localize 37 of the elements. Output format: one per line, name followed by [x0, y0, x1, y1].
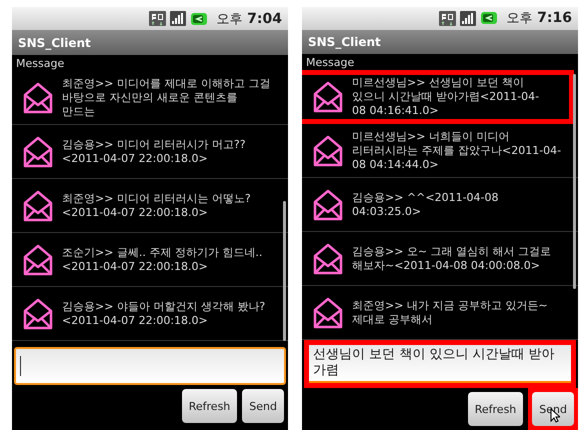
action-button[interactable]: Refresh	[182, 389, 238, 423]
envelope-icon	[22, 242, 54, 276]
message-text: 김승용>> 미디어 리터러시가 머고??<2011-04-07 22:00:18.0>	[62, 138, 247, 166]
list-label: Message	[305, 55, 354, 70]
message-text: 조순기>> 글쎄.. 주제 정하기가 힘드네.. <2011-04-07 22:00:18.0>	[62, 246, 264, 274]
envelope-icon	[22, 296, 54, 330]
message-input-field[interactable]	[14, 347, 286, 385]
envelope-icon	[312, 242, 344, 276]
app-title: SNS_Client	[18, 36, 91, 50]
envelope-icon	[312, 134, 344, 168]
list-label: Message	[15, 56, 64, 71]
message-item[interactable]: 미르선생님>> 선생님이 보던 책이 있으니 시간날때 받아가렴<2011-04-08 04:16:41.0>	[302, 75, 569, 120]
message-text: 김승용>> ^^<2011-04-08 04:03:25.0>	[352, 190, 500, 219]
message-text: 김승용>> 오~ 그래 열심히 해서 그걸로 해보자~<2011-04-08 04:00:08.0>	[352, 244, 552, 273]
status-time: 오후 7:04	[216, 10, 282, 28]
envelope-icon	[22, 134, 54, 168]
message-text: 최준영>> 미디어 리터러시는 어떻노?<2011-04-07 22:00:18.0>	[62, 192, 252, 220]
status-time: 오후 7:16	[506, 9, 572, 28]
action-button[interactable]: Send	[242, 389, 284, 423]
action-button[interactable]: Refresh	[468, 392, 524, 426]
battery-icon	[190, 12, 207, 24]
message-text: 미르선생님>> 너희들이 미디어 리터러시라는 주제를 잡았구나<2011-04-08 04:14:44.0>	[352, 130, 562, 172]
signal-icon	[460, 10, 476, 26]
message-input-field[interactable]: 선생님이 보던 책이 있으니 시간날때 받아가렴	[309, 345, 571, 383]
message-text: 김승용>> 야들아 머할건지 생각해 봤나?<2011-04-07 22:00:18.0>	[62, 300, 266, 328]
app-title: SNS_Client	[308, 35, 381, 50]
message-text: 최준영>> 내가 지금 공부하고 있거든~ 제대로 공부해서	[352, 298, 549, 327]
message-text: 미르선생님>> 선생님이 보던 책이 있으니 시간날때 받아가렴<2011-04-08 04:16:41.0>	[352, 76, 540, 118]
message-text: 최준영>> 미디어를 제대로 이해하고 그걸 바탕으로 자신만의 새로운 콘텐츠를 만드는	[62, 76, 272, 118]
signal-icon	[170, 11, 186, 26]
envelope-icon	[22, 80, 54, 114]
envelope-icon	[312, 296, 344, 330]
text-cursor	[20, 356, 21, 376]
envelope-icon	[312, 188, 344, 222]
envelope-icon	[22, 188, 54, 222]
battery-icon	[480, 12, 497, 24]
envelope-icon	[312, 80, 344, 114]
